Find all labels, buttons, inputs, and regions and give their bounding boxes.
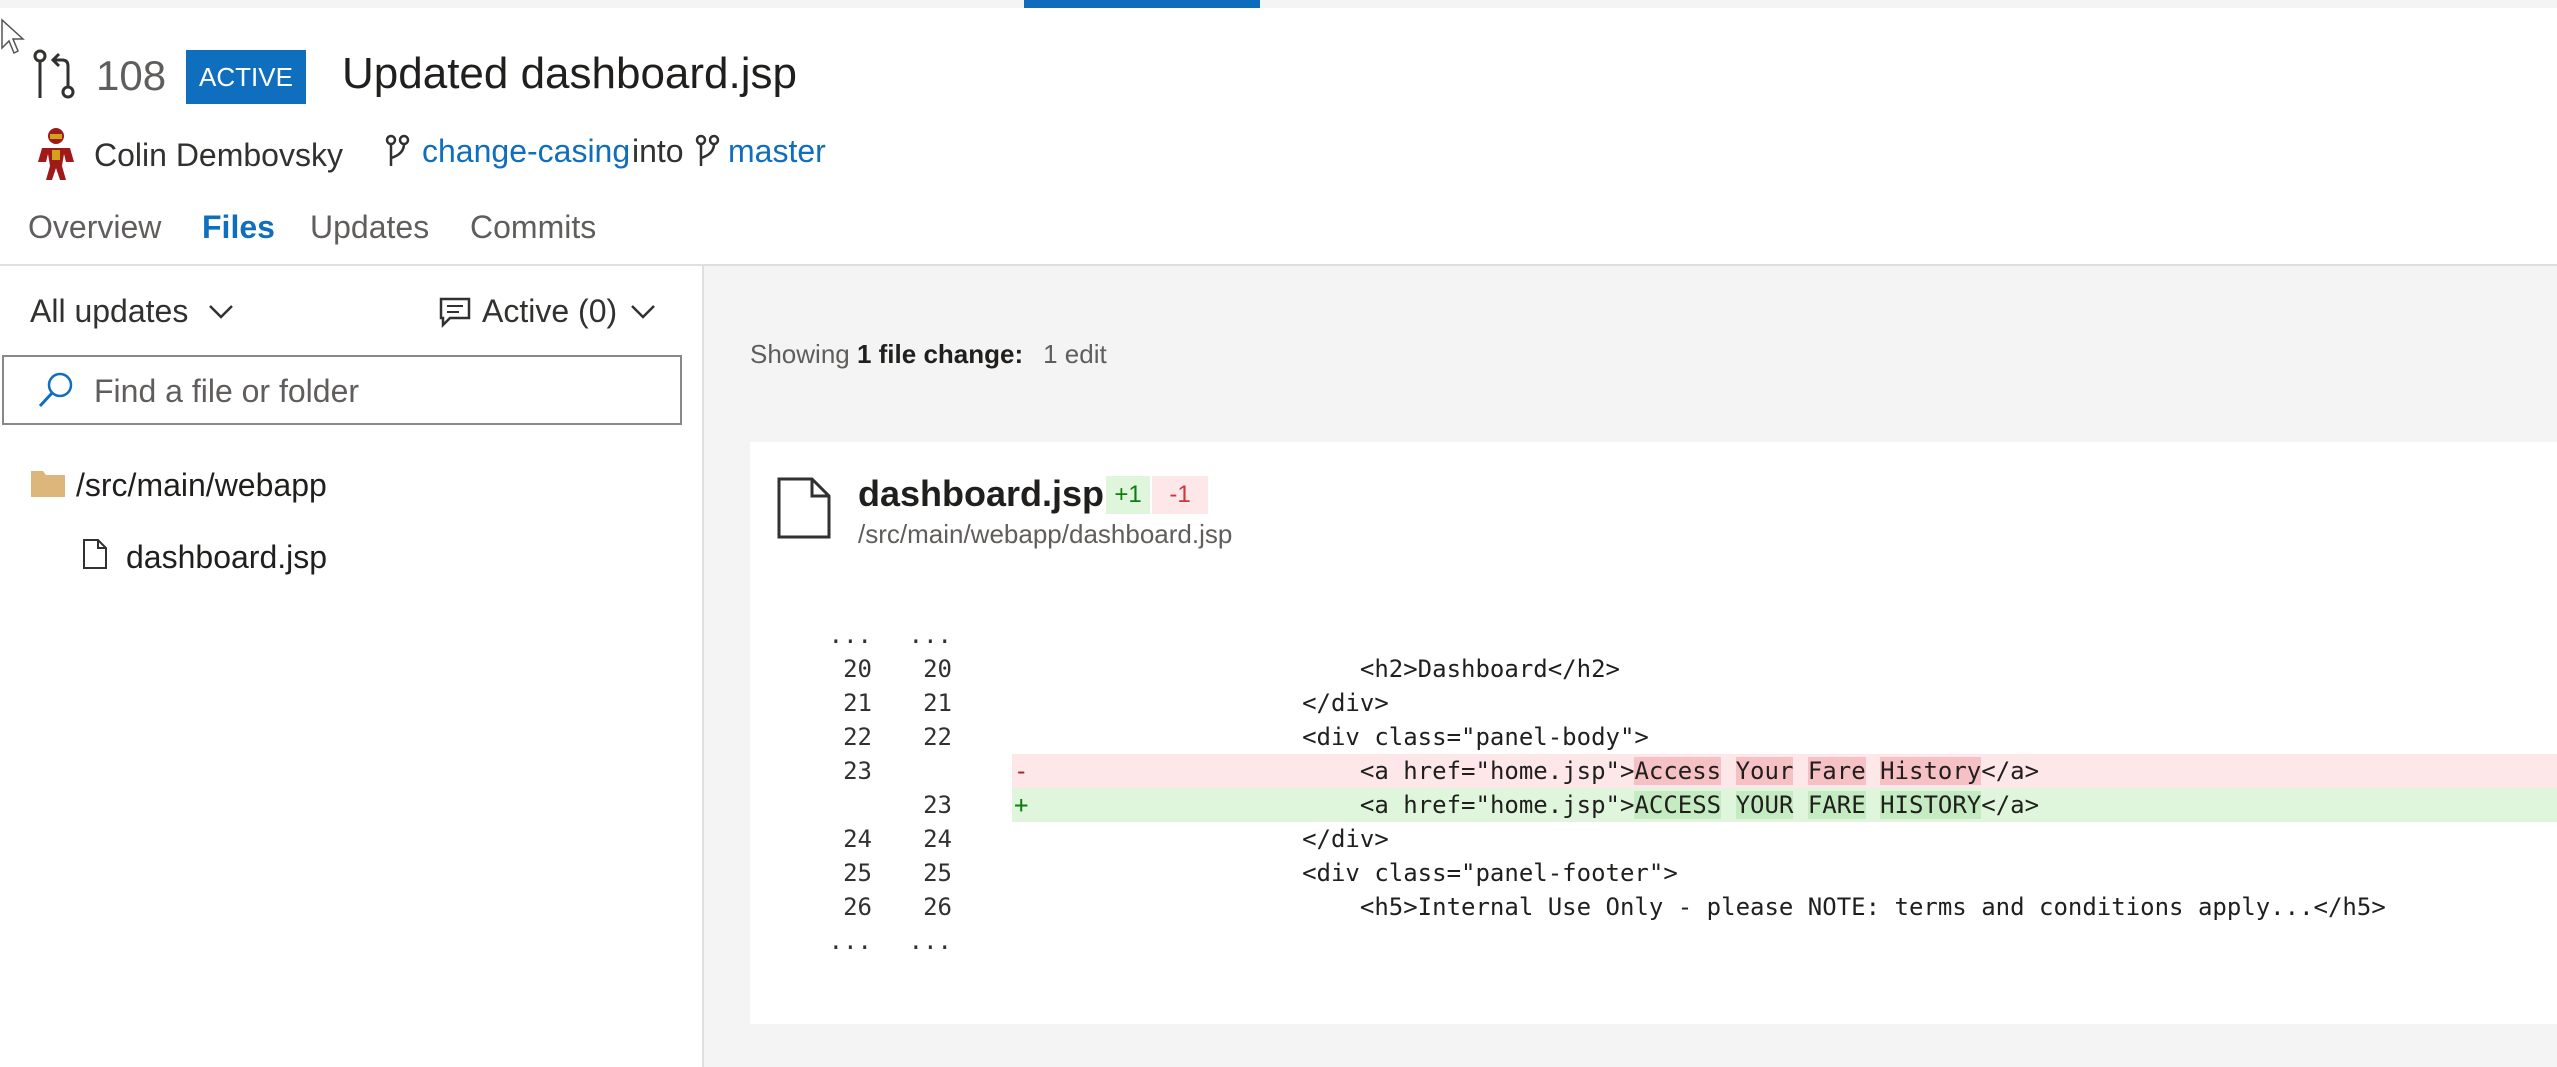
diff-line: 24 24 </div>: [750, 822, 2557, 856]
code-text: <a href="home.jsp">ACCESS YOUR FARE HIST…: [1359, 791, 2040, 819]
new-line-number: ...: [908, 927, 952, 955]
search-icon: [38, 372, 73, 408]
diff-line: 26 26 <h5>Internal Use Only - please NOTE…: [750, 890, 2557, 924]
diff-line: 23 + <a href="home.jsp">ACCESS YOUR FARE …: [750, 788, 2557, 822]
target-branch-link[interactable]: master: [728, 130, 826, 172]
tree-file[interactable]: dashboard.jsp: [126, 536, 327, 578]
diff-line-background: [1012, 924, 2557, 958]
summary-count: 1 file change:: [856, 339, 1024, 369]
author-name[interactable]: Colin Dembovsky: [94, 134, 343, 176]
code-text: </div>: [1042, 689, 1389, 717]
old-line-number: 23: [843, 757, 872, 785]
new-line-number: 23: [923, 791, 952, 819]
code-text: </div>: [1042, 825, 1389, 853]
page-title: Updated dashboard.jsp: [342, 49, 797, 98]
code-text: <div class="panel-footer">: [1042, 859, 1678, 887]
change-summary: Showing 1 file change: 1 edit: [750, 336, 1107, 372]
deletions-badge: -1: [1152, 476, 1208, 514]
new-line-number: ...: [908, 621, 952, 649]
diff-line: ......: [750, 924, 2557, 958]
code-text: <h5>Internal Use Only - please NOTE: ter…: [1042, 893, 2386, 921]
file-icon: [83, 539, 107, 569]
code-text: <a href="home.jsp">Access Your Fare Hist…: [1359, 757, 2040, 785]
status-badge: ACTIVE: [186, 50, 306, 104]
new-line-number: 20: [923, 655, 952, 683]
diff-line-background: [1012, 618, 2557, 652]
old-line-number: ...: [828, 927, 872, 955]
diff-file-path: /src/main/webapp/dashboard.jsp: [858, 519, 1233, 549]
tab-updates[interactable]: Updates: [310, 206, 429, 248]
source-branch-link[interactable]: change-casing: [422, 130, 630, 172]
diff-line: 20 20 <h2>Dashboard</h2>: [750, 652, 2557, 686]
summary-edits: 1 edit: [1043, 339, 1107, 369]
branch-icon: [695, 134, 720, 166]
top-bar-accent: [1024, 0, 1260, 8]
code-text: <h2>Dashboard</h2>: [1042, 655, 1620, 683]
new-line-number: 24: [923, 825, 952, 853]
avatar[interactable]: [28, 126, 84, 182]
comments-filter-dropdown[interactable]: Active (0): [482, 290, 617, 332]
old-line-number: 20: [843, 655, 872, 683]
updates-filter-dropdown[interactable]: All updates: [30, 290, 188, 332]
additions-badge: +1: [1106, 476, 1150, 514]
chevron-down-icon[interactable]: [208, 304, 234, 320]
diff-line: 21 21 </div>: [750, 686, 2557, 720]
new-line-number: 21: [923, 689, 952, 717]
comment-icon: [439, 297, 471, 328]
diff-line: 23 - <a href="home.jsp">Access Your Fare …: [750, 754, 2557, 788]
diff-marker: +: [1014, 791, 1029, 819]
diff-line: 25 25 <div class="panel-footer">: [750, 856, 2557, 890]
tab-overview[interactable]: Overview: [28, 206, 161, 248]
code-text: <div class="panel-body">: [1042, 723, 1649, 751]
new-line-number: 22: [923, 723, 952, 751]
old-line-number: 21: [843, 689, 872, 717]
new-line-number: 25: [923, 859, 952, 887]
chevron-down-icon[interactable]: [630, 304, 656, 320]
diff-line: 22 22 <div class="panel-body">: [750, 720, 2557, 754]
summary-prefix: Showing: [750, 339, 850, 369]
tab-files[interactable]: Files: [202, 206, 275, 248]
into-label: into: [632, 133, 684, 169]
new-line-number: 26: [923, 893, 952, 921]
tree-folder[interactable]: /src/main/webapp: [76, 464, 327, 506]
old-line-number: 26: [843, 893, 872, 921]
top-bar: [0, 0, 2557, 8]
old-line-number: 22: [843, 723, 872, 751]
diff-line: ......: [750, 618, 2557, 652]
folder-icon: [31, 471, 65, 497]
old-line-number: 24: [843, 825, 872, 853]
search-input[interactable]: [92, 362, 676, 420]
pull-request-id: 108: [96, 52, 167, 99]
file-icon: [777, 477, 831, 539]
pull-request-icon: [33, 49, 75, 99]
old-line-number: 25: [843, 859, 872, 887]
branch-icon: [385, 134, 410, 166]
old-line-number: ...: [828, 621, 872, 649]
mouse-cursor-icon: [1, 18, 25, 55]
diff-marker: -: [1014, 757, 1029, 785]
diff-file-name[interactable]: dashboard.jsp: [858, 470, 1104, 518]
tab-commits[interactable]: Commits: [470, 206, 596, 248]
